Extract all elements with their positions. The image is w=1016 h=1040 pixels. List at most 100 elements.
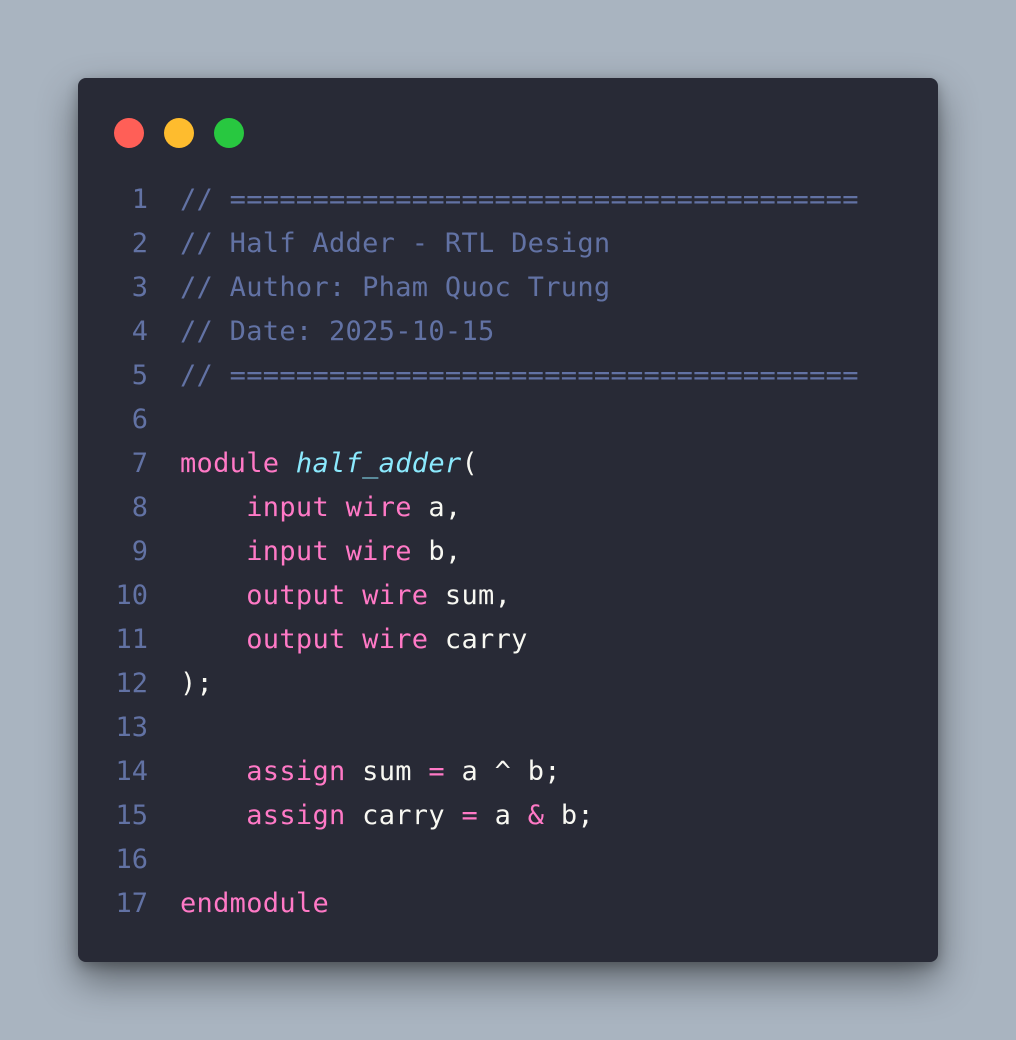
code-line: 7 module half_adder(	[78, 442, 938, 486]
code-line: 17 endmodule	[78, 882, 938, 926]
code-token-ident	[346, 624, 363, 655]
code-token-ident: sum	[428, 580, 495, 611]
code-token-ident: b	[544, 800, 578, 831]
line-number: 6	[131, 404, 148, 435]
code-token-ident	[279, 448, 296, 479]
code-line: 3 // Author: Pham Quoc Trung	[78, 266, 938, 310]
line-number: 2	[131, 228, 148, 259]
code-line: 6	[78, 398, 938, 442]
line-number: 4	[131, 316, 148, 347]
line-content: // Half Adder - RTL Design	[180, 222, 610, 266]
code-token-operator: =	[461, 800, 479, 831]
line-number: 5	[131, 360, 148, 391]
code-token-ident	[346, 580, 363, 611]
line-content: module half_adder(	[180, 442, 478, 486]
code-line: 2 // Half Adder - RTL Design	[78, 222, 938, 266]
code-token-comment: // Date: 2025-10-15	[180, 316, 495, 347]
code-token-keyword: input	[246, 492, 330, 523]
code-window: 1 // ====================================…	[78, 78, 938, 962]
line-number: 13	[115, 712, 148, 743]
code-token-keyword: wire	[362, 624, 429, 655]
code-token-ident	[329, 536, 346, 567]
code-token-punct: (	[461, 448, 479, 479]
code-token-punct: );	[180, 668, 214, 699]
code-token-keyword: wire	[362, 580, 429, 611]
code-line: 1 // ====================================…	[78, 178, 938, 222]
code-token-keyword: module	[180, 448, 280, 479]
line-number: 10	[115, 580, 148, 611]
line-content: assign sum = a ^ b;	[180, 750, 561, 794]
line-content: // Date: 2025-10-15	[180, 310, 495, 354]
line-content: endmodule	[180, 882, 329, 926]
line-content: // =====================================…	[180, 354, 859, 398]
code-token-operator: =	[428, 756, 445, 787]
code-block: 1 // ====================================…	[78, 178, 938, 926]
code-token-ident: sum	[345, 756, 429, 787]
code-token-punct: ;	[544, 756, 561, 787]
code-line: 15 assign carry = a & b;	[78, 794, 938, 838]
code-line: 10 output wire sum,	[78, 574, 938, 618]
code-token-ident	[180, 800, 246, 831]
close-dot-icon[interactable]	[114, 118, 144, 148]
code-line: 13	[78, 706, 938, 750]
code-token-punct: ,	[444, 492, 462, 523]
line-content: );	[180, 662, 213, 706]
line-number: 8	[131, 492, 148, 523]
line-content: assign carry = a & b;	[180, 794, 594, 838]
code-line: 9 input wire b,	[78, 530, 938, 574]
code-token-ident: a ^ b	[444, 756, 545, 787]
code-token-ident	[180, 492, 246, 523]
code-token-comment: // Half Adder - RTL Design	[180, 228, 611, 259]
line-content: input wire b,	[180, 530, 462, 574]
code-token-punct: ;	[577, 800, 594, 831]
code-token-comment: // =====================================…	[180, 360, 859, 391]
line-content: input wire a,	[180, 486, 462, 530]
line-content: // Author: Pham Quoc Trung	[180, 266, 610, 310]
code-token-punct: ,	[494, 580, 512, 611]
code-token-keyword: assign	[246, 756, 346, 787]
line-number: 9	[131, 536, 148, 567]
code-token-ident: carry	[345, 800, 462, 831]
line-number: 15	[115, 800, 148, 831]
code-token-ident	[180, 536, 246, 567]
line-content: output wire sum,	[180, 574, 511, 618]
code-token-ident	[329, 492, 346, 523]
line-number: 7	[131, 448, 148, 479]
code-token-ident	[180, 624, 246, 655]
code-token-keyword: output	[246, 580, 346, 611]
line-number: 1	[131, 184, 148, 215]
code-token-keyword: output	[246, 624, 346, 655]
code-token-keyword: wire	[345, 492, 412, 523]
code-token-operator: &	[527, 800, 545, 831]
code-line: 16	[78, 838, 938, 882]
code-line: 14 assign sum = a ^ b;	[78, 750, 938, 794]
code-token-ident: a	[411, 492, 445, 523]
code-token-keyword: endmodule	[180, 888, 329, 919]
code-token-ident	[180, 580, 246, 611]
code-token-comment: // =====================================…	[180, 184, 859, 215]
code-line: 4 // Date: 2025-10-15	[78, 310, 938, 354]
code-line: 8 input wire a,	[78, 486, 938, 530]
code-token-keyword: input	[246, 536, 330, 567]
code-line: 11 output wire carry	[78, 618, 938, 662]
maximize-dot-icon[interactable]	[214, 118, 244, 148]
line-number: 12	[115, 668, 148, 699]
code-token-punct: ,	[444, 536, 462, 567]
code-token-function: half_adder	[295, 448, 462, 479]
code-token-keyword: wire	[345, 536, 412, 567]
minimize-dot-icon[interactable]	[164, 118, 194, 148]
code-line: 12);	[78, 662, 938, 706]
line-number: 3	[131, 272, 148, 303]
code-token-comment: // Author: Pham Quoc Trung	[180, 272, 611, 303]
line-number: 14	[115, 756, 148, 787]
code-token-ident: carry	[428, 624, 528, 655]
line-content: output wire carry	[180, 618, 528, 662]
code-token-ident: b	[411, 536, 445, 567]
code-line: 5 // ====================================…	[78, 354, 938, 398]
line-number: 17	[115, 888, 148, 919]
line-number: 11	[115, 624, 148, 655]
code-token-ident	[180, 756, 246, 787]
line-content: // =====================================…	[180, 178, 859, 222]
code-token-keyword: assign	[246, 800, 346, 831]
line-number: 16	[115, 844, 148, 875]
